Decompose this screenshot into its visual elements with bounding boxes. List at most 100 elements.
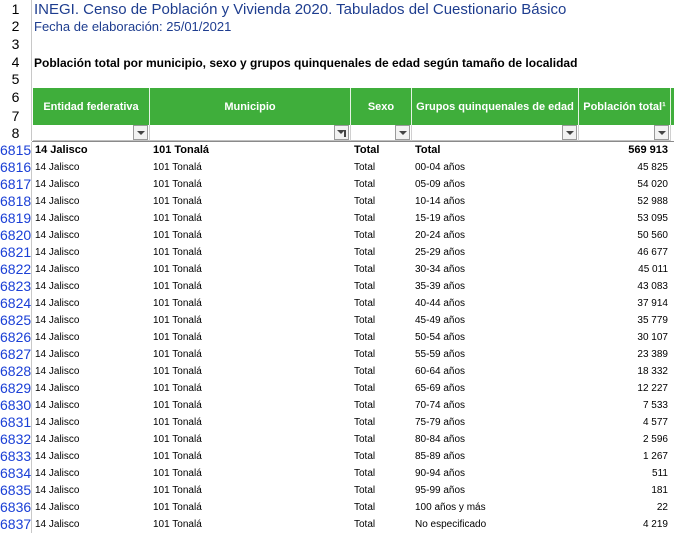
row-header[interactable]: 6818 — [0, 193, 32, 210]
table-cell-entidad[interactable]: 14 Jalisco — [35, 210, 147, 227]
filter-active-icon[interactable] — [334, 125, 349, 140]
table-cell-sexo[interactable]: Total — [354, 482, 409, 499]
table-cell-grupo[interactable]: No especificado — [415, 516, 575, 533]
table-cell-sexo[interactable]: Total — [354, 278, 409, 295]
table-cell-entidad[interactable]: 14 Jalisco — [35, 346, 147, 363]
table-cell-municipio[interactable]: 101 Tonalá — [153, 244, 348, 261]
row-header[interactable]: 6 — [0, 88, 32, 107]
table-cell-grupo[interactable]: 55-59 años — [415, 346, 575, 363]
row-header[interactable]: 6829 — [0, 380, 32, 397]
table-cell-grupo[interactable]: 75-79 años — [415, 414, 575, 431]
table-cell-municipio[interactable]: 101 Tonalá — [153, 499, 348, 516]
table-cell-municipio[interactable]: 101 Tonalá — [153, 312, 348, 329]
table-cell-sexo[interactable]: Total — [354, 431, 409, 448]
column-header-municipio[interactable]: Municipio — [150, 88, 351, 125]
table-cell-grupo[interactable]: 95-99 años — [415, 482, 575, 499]
row-header[interactable]: 6827 — [0, 346, 32, 363]
table-cell-grupo[interactable]: 40-44 años — [415, 295, 575, 312]
table-cell-entidad[interactable]: 14 Jalisco — [35, 465, 147, 482]
table-cell-grupo[interactable]: Total — [415, 142, 575, 159]
row-header[interactable]: 6826 — [0, 329, 32, 346]
table-cell-sexo[interactable]: Total — [354, 448, 409, 465]
table-cell-municipio[interactable]: 101 Tonalá — [153, 193, 348, 210]
table-cell-pob[interactable]: 1 267 — [580, 448, 668, 465]
table-cell-pob[interactable]: 30 107 — [580, 329, 668, 346]
row-header[interactable]: 6825 — [0, 312, 32, 329]
table-cell-pob[interactable]: 23 389 — [580, 346, 668, 363]
table-cell-pob[interactable]: 43 083 — [580, 278, 668, 295]
table-cell-pob[interactable]: 46 677 — [580, 244, 668, 261]
table-cell-municipio[interactable]: 101 Tonalá — [153, 516, 348, 533]
table-cell-sexo[interactable]: Total — [354, 397, 409, 414]
table-cell-pob[interactable]: 50 560 — [580, 227, 668, 244]
table-cell-pob[interactable]: 37 914 — [580, 295, 668, 312]
table-cell-grupo[interactable]: 80-84 años — [415, 431, 575, 448]
table-cell-pob[interactable]: 4 577 — [580, 414, 668, 431]
row-header[interactable]: 1 — [0, 0, 32, 18]
table-cell-entidad[interactable]: 14 Jalisco — [35, 142, 147, 159]
table-cell-entidad[interactable]: 14 Jalisco — [35, 363, 147, 380]
table-cell-grupo[interactable]: 35-39 años — [415, 278, 575, 295]
table-cell-entidad[interactable]: 14 Jalisco — [35, 482, 147, 499]
row-header[interactable]: 6828 — [0, 363, 32, 380]
table-cell-sexo[interactable]: Total — [354, 176, 409, 193]
table-cell-sexo[interactable]: Total — [354, 414, 409, 431]
table-cell-grupo[interactable]: 70-74 años — [415, 397, 575, 414]
table-cell-entidad[interactable]: 14 Jalisco — [35, 244, 147, 261]
row-header[interactable]: 6815 — [0, 142, 32, 159]
table-cell-municipio[interactable]: 101 Tonalá — [153, 414, 348, 431]
table-cell-sexo[interactable]: Total — [354, 159, 409, 176]
table-cell-municipio[interactable]: 101 Tonalá — [153, 482, 348, 499]
row-header[interactable]: 6819 — [0, 210, 32, 227]
table-cell-entidad[interactable]: 14 Jalisco — [35, 448, 147, 465]
table-cell-entidad[interactable]: 14 Jalisco — [35, 329, 147, 346]
table-cell-municipio[interactable]: 101 Tonalá — [153, 176, 348, 193]
filter-dropdown-button[interactable] — [562, 125, 577, 140]
table-cell-sexo[interactable]: Total — [354, 380, 409, 397]
table-cell-grupo[interactable]: 100 años y más — [415, 499, 575, 516]
table-cell-entidad[interactable]: 14 Jalisco — [35, 295, 147, 312]
filter-dropdown-button[interactable] — [395, 125, 410, 140]
column-header-sexo[interactable]: Sexo — [351, 88, 412, 125]
column-header-poblacion[interactable]: Población total¹ — [579, 88, 671, 125]
table-cell-municipio[interactable]: 101 Tonalá — [153, 346, 348, 363]
table-cell-sexo[interactable]: Total — [354, 244, 409, 261]
table-cell-pob[interactable]: 45 011 — [580, 261, 668, 278]
table-cell-municipio[interactable]: 101 Tonalá — [153, 380, 348, 397]
table-cell-municipio[interactable]: 101 Tonalá — [153, 397, 348, 414]
table-cell-pob[interactable]: 4 219 — [580, 516, 668, 533]
table-cell-pob[interactable]: 35 779 — [580, 312, 668, 329]
table-cell-sexo[interactable]: Total — [354, 516, 409, 533]
table-cell-entidad[interactable]: 14 Jalisco — [35, 516, 147, 533]
table-cell-pob[interactable]: 2 596 — [580, 431, 668, 448]
table-cell-grupo[interactable]: 20-24 años — [415, 227, 575, 244]
table-cell-grupo[interactable]: 90-94 años — [415, 465, 575, 482]
table-cell-municipio[interactable]: 101 Tonalá — [153, 295, 348, 312]
filter-dropdown-button[interactable] — [133, 125, 148, 140]
row-header[interactable]: 6817 — [0, 176, 32, 193]
table-cell-grupo[interactable]: 05-09 años — [415, 176, 575, 193]
table-cell-grupo[interactable]: 85-89 años — [415, 448, 575, 465]
table-cell-grupo[interactable]: 25-29 años — [415, 244, 575, 261]
table-cell-entidad[interactable]: 14 Jalisco — [35, 159, 147, 176]
table-cell-sexo[interactable]: Total — [354, 499, 409, 516]
table-cell-entidad[interactable]: 14 Jalisco — [35, 380, 147, 397]
table-cell-municipio[interactable]: 101 Tonalá — [153, 329, 348, 346]
row-header[interactable]: 6834 — [0, 465, 32, 482]
table-cell-municipio[interactable]: 101 Tonalá — [153, 159, 348, 176]
table-cell-pob[interactable]: 45 825 — [580, 159, 668, 176]
table-cell-municipio[interactable]: 101 Tonalá — [153, 227, 348, 244]
table-cell-sexo[interactable]: Total — [354, 329, 409, 346]
table-cell-pob[interactable]: 181 — [580, 482, 668, 499]
row-header[interactable]: 2 — [0, 18, 32, 35]
table-cell-sexo[interactable]: Total — [354, 465, 409, 482]
table-cell-sexo[interactable]: Total — [354, 346, 409, 363]
table-cell-entidad[interactable]: 14 Jalisco — [35, 431, 147, 448]
row-header[interactable]: 7 — [0, 107, 32, 125]
table-cell-grupo[interactable]: 10-14 años — [415, 193, 575, 210]
table-cell-grupo[interactable]: 45-49 años — [415, 312, 575, 329]
table-cell-municipio[interactable]: 101 Tonalá — [153, 278, 348, 295]
table-cell-sexo[interactable]: Total — [354, 227, 409, 244]
table-cell-municipio[interactable]: 101 Tonalá — [153, 431, 348, 448]
table-cell-sexo[interactable]: Total — [354, 142, 409, 159]
